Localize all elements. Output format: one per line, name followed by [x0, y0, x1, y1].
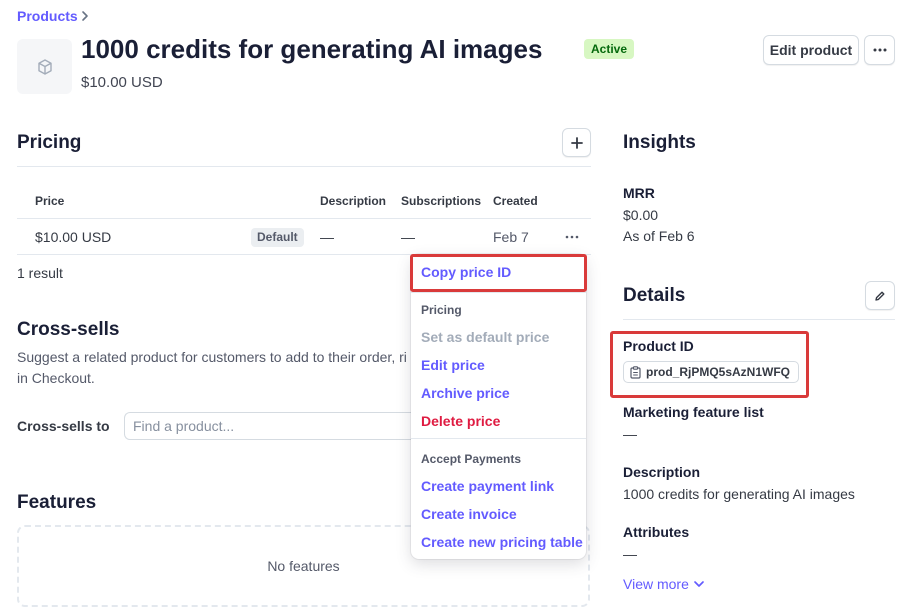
pricing-divider — [17, 166, 591, 167]
column-header-description: Description — [320, 194, 387, 208]
row-actions-ellipsis-icon[interactable] — [565, 235, 579, 239]
more-actions-button[interactable] — [864, 35, 895, 65]
highlight-copy-price-id — [410, 254, 587, 292]
breadcrumb-products[interactable]: Products — [17, 8, 78, 24]
default-badge: Default — [251, 228, 304, 247]
menu-create-pricing-table[interactable]: Create new pricing table — [421, 534, 583, 550]
pencil-icon — [875, 291, 885, 301]
description-value: 1000 credits for generating AI images — [623, 486, 855, 502]
attributes-label: Attributes — [623, 524, 690, 540]
menu-archive-price[interactable]: Archive price — [421, 385, 510, 401]
ellipsis-icon — [873, 48, 886, 52]
table-header-divider — [17, 218, 591, 219]
no-features-text: No features — [267, 558, 340, 574]
column-header-subscriptions: Subscriptions — [401, 194, 482, 208]
cross-sells-field-label: Cross-sells to — [17, 418, 110, 434]
cross-sells-title: Cross-sells — [17, 319, 120, 340]
status-badge: Active — [584, 39, 635, 59]
menu-set-default-price[interactable]: Set as default price — [421, 329, 549, 345]
mrr-as-of: As of Feb 6 — [623, 228, 695, 244]
cross-sells-description-line1: Suggest a related product for customers … — [17, 349, 407, 365]
marketing-feature-list-label: Marketing feature list — [623, 404, 764, 420]
mrr-value: $0.00 — [623, 207, 659, 223]
cross-sells-description-line2: in Checkout. — [17, 370, 95, 386]
find-product-input[interactable]: Find a product... — [124, 412, 414, 440]
created-cell: Feb 7 — [493, 229, 529, 245]
mrr-label: MRR — [623, 185, 655, 201]
menu-delete-price[interactable]: Delete price — [421, 413, 500, 429]
menu-create-payment-link[interactable]: Create payment link — [421, 478, 554, 494]
plus-icon — [570, 136, 583, 149]
add-price-button[interactable] — [562, 128, 591, 157]
page-title: 1000 credits for generating AI images — [81, 34, 543, 64]
view-more-text: View more — [623, 576, 689, 592]
menu-heading-accept-payments: Accept Payments — [421, 452, 522, 466]
column-header-created: Created — [493, 194, 538, 208]
cube-icon — [37, 58, 52, 75]
subscriptions-cell: — — [401, 229, 415, 245]
marketing-feature-list-value: — — [623, 426, 637, 442]
highlight-product-id — [610, 331, 809, 398]
product-image-placeholder — [17, 39, 72, 94]
pricing-title: Pricing — [17, 132, 82, 153]
insights-title: Insights — [623, 132, 696, 153]
edit-product-button[interactable]: Edit product — [763, 35, 859, 65]
column-header-price: Price — [35, 194, 65, 208]
chevron-down-icon — [694, 581, 704, 587]
menu-edit-price[interactable]: Edit price — [421, 357, 485, 373]
menu-heading-pricing: Pricing — [421, 303, 462, 317]
menu-create-invoice[interactable]: Create invoice — [421, 506, 517, 522]
result-count: 1 result — [17, 265, 63, 281]
description-label: Description — [623, 464, 701, 480]
edit-details-button[interactable] — [865, 281, 895, 310]
product-price: $10.00 USD — [81, 74, 163, 91]
menu-divider — [411, 438, 586, 439]
chevron-right-icon — [82, 11, 88, 21]
menu-divider — [411, 292, 586, 293]
price-actions-menu: Copy price ID Pricing Set as default pri… — [411, 254, 586, 559]
details-title: Details — [623, 285, 686, 306]
attributes-value: — — [623, 546, 637, 562]
view-more-link[interactable]: View more — [623, 576, 705, 592]
price-cell[interactable]: $10.00 USD — [35, 229, 111, 245]
details-divider — [623, 319, 895, 320]
features-title: Features — [17, 492, 97, 513]
description-cell: — — [320, 229, 334, 245]
